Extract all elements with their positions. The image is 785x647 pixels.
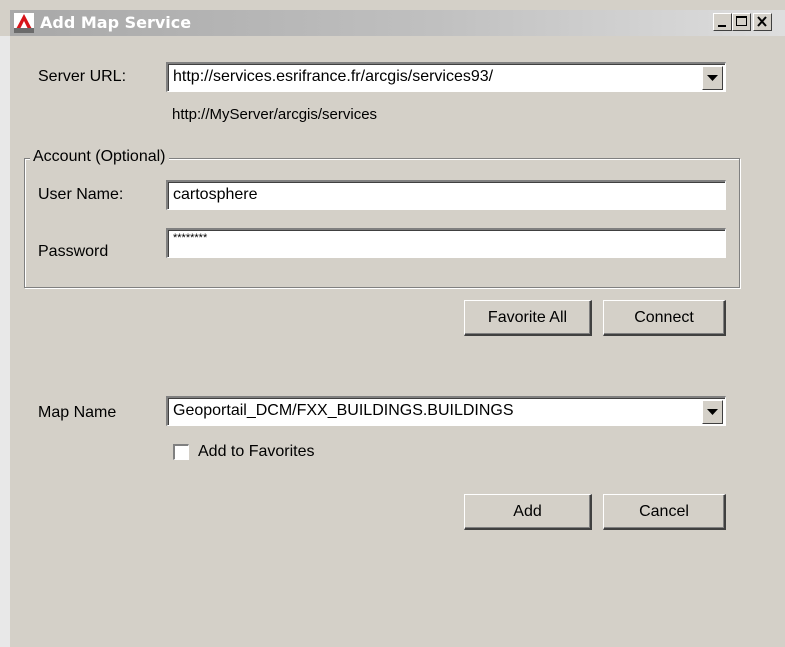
password-label: Password [38,243,109,260]
password-value: ******** [173,232,208,244]
favorite-all-button[interactable]: Favorite All [464,300,592,336]
minimize-button[interactable] [713,13,732,31]
server-url-label: Server URL: [38,68,127,85]
user-name-label: User Name: [38,186,124,203]
server-url-combobox[interactable]: http://services.esrifrance.fr/arcgis/ser… [166,62,726,92]
close-icon [757,16,767,27]
autocad-a-icon [14,13,34,33]
map-name-value: Geoportail_DCM/FXX_BUILDINGS.BUILDINGS [173,402,514,419]
user-name-value: cartosphere [173,186,258,203]
connect-button[interactable]: Connect [603,300,726,336]
add-map-service-dialog: Add Map Service Server URL: http://servi… [0,0,785,647]
add-to-favorites-label[interactable]: Add to Favorites [198,443,315,461]
window-title: Add Map Service [40,13,192,32]
server-url-hint: http://MyServer/arcgis/services [172,106,378,123]
minimize-icon [718,25,726,27]
maximize-button[interactable] [732,13,751,31]
map-name-combobox[interactable]: Geoportail_DCM/FXX_BUILDINGS.BUILDINGS [166,396,726,426]
password-field[interactable]: ******** [166,228,726,258]
background-edge [0,36,10,647]
chevron-down-icon [707,409,718,415]
server-url-value: http://services.esrifrance.fr/arcgis/ser… [173,68,494,85]
add-to-favorites-checkbox[interactable] [173,444,189,460]
account-group-legend: Account (Optional) [30,148,169,166]
maximize-icon [736,16,747,26]
server-url-dropdown-button[interactable] [702,66,723,90]
map-name-dropdown-button[interactable] [702,400,723,424]
map-name-label: Map Name [38,404,117,421]
account-groupbox [24,158,740,288]
title-bar[interactable]: Add Map Service [10,10,785,36]
close-button[interactable] [753,13,772,31]
chevron-down-icon [707,75,718,81]
add-button[interactable]: Add [464,494,592,530]
cancel-button[interactable]: Cancel [603,494,726,530]
user-name-field[interactable]: cartosphere [166,180,726,210]
